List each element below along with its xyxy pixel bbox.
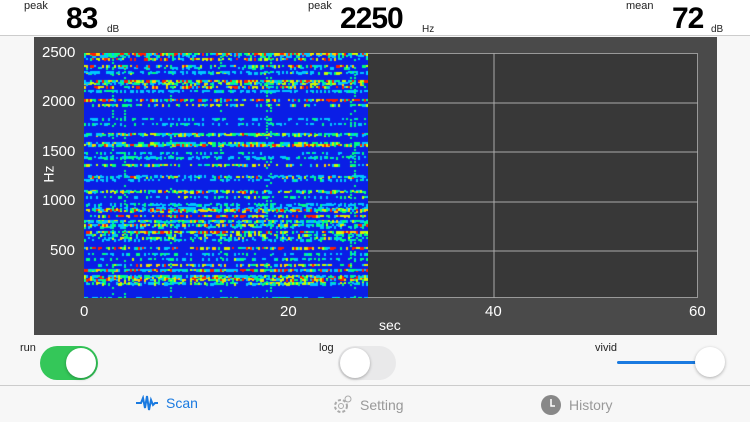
tab-scan[interactable]: Scan	[136, 395, 198, 411]
tab-bar: Scan Setting History	[0, 387, 750, 422]
x-tick: 20	[280, 303, 297, 320]
y-tick: 1500	[42, 143, 76, 160]
header: peak 83 dB peak 2250 Hz mean 72 dB	[0, 0, 750, 36]
gear-icon	[334, 395, 352, 413]
vivid-label: vivid	[595, 342, 618, 354]
run-switch[interactable]	[40, 346, 98, 380]
tab-scan-label: Scan	[166, 395, 198, 411]
y-tick: 500	[50, 242, 76, 259]
mean-level-label: mean	[626, 0, 654, 12]
tab-history[interactable]: History	[541, 395, 613, 415]
log-switch[interactable]	[338, 346, 396, 380]
y-tick: 1000	[42, 192, 76, 209]
x-axis-label: sec	[379, 317, 401, 333]
x-tick: 0	[80, 303, 89, 320]
mean-level-value: 72	[672, 2, 704, 35]
peak-freq-unit: Hz	[422, 24, 435, 35]
spectrogram	[84, 53, 368, 298]
waveform-icon	[136, 395, 158, 411]
peak-level-value: 83	[66, 2, 98, 35]
mean-level-unit: dB	[711, 24, 724, 35]
vivid-slider-thumb[interactable]	[695, 347, 725, 377]
log-label: log	[319, 342, 334, 354]
x-tick: 60	[689, 303, 706, 320]
clock-icon	[541, 395, 561, 415]
y-tick: 2000	[42, 93, 76, 110]
controls-bar: run log vivid	[0, 336, 750, 386]
peak-freq-value: 2250	[340, 2, 404, 35]
tab-setting-label: Setting	[360, 397, 404, 413]
run-label: run	[20, 342, 36, 354]
y-tick: 2500	[42, 44, 76, 61]
tab-setting[interactable]: Setting	[332, 395, 404, 415]
peak-freq-label: peak	[308, 0, 332, 12]
y-axis-label: Hz	[40, 165, 57, 183]
vivid-slider-track[interactable]	[617, 361, 707, 364]
x-tick: 40	[485, 303, 502, 320]
tab-history-label: History	[569, 397, 613, 413]
peak-level-label: peak	[24, 0, 48, 12]
peak-level-unit: dB	[107, 24, 120, 35]
